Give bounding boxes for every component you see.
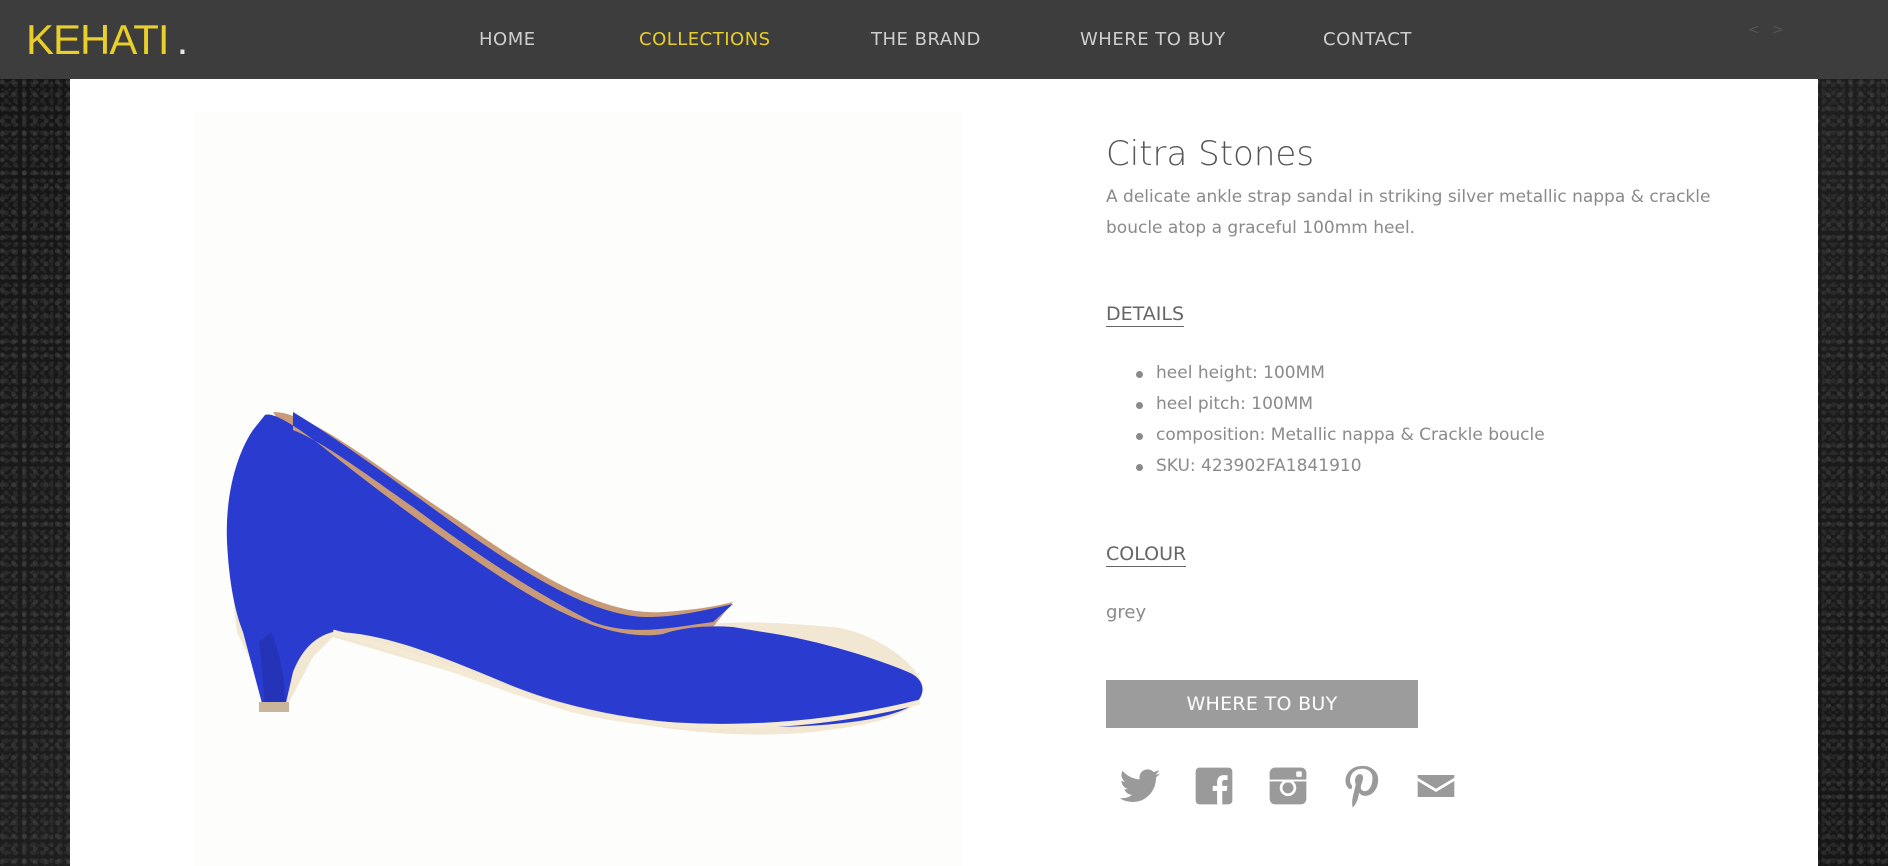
colour-value: grey bbox=[1106, 602, 1147, 623]
blue-pump-shoe-icon bbox=[226, 412, 923, 735]
email-icon[interactable] bbox=[1414, 764, 1458, 808]
pager-arrows[interactable]: < > bbox=[1748, 22, 1788, 38]
product-image bbox=[193, 112, 963, 866]
nav-contact[interactable]: CONTACT bbox=[1323, 29, 1412, 50]
twitter-icon[interactable] bbox=[1118, 764, 1162, 808]
details-list: heel height: 100MM heel pitch: 100MM com… bbox=[1106, 358, 1545, 482]
nav-where-to-buy[interactable]: WHERE TO BUY bbox=[1080, 29, 1226, 50]
detail-heel-height: heel height: 100MM bbox=[1106, 358, 1545, 389]
details-heading: DETAILS bbox=[1106, 303, 1185, 327]
top-navbar: KEHATI. HOME COLLECTIONS THE BRAND WHERE… bbox=[0, 0, 1888, 79]
detail-composition: composition: Metallic nappa & Crackle bo… bbox=[1106, 420, 1545, 451]
detail-sku: SKU: 423902FA1841910 bbox=[1106, 451, 1545, 482]
nav-the-brand[interactable]: THE BRAND bbox=[871, 29, 981, 50]
nav-collections[interactable]: COLLECTIONS bbox=[639, 29, 771, 50]
instagram-icon[interactable] bbox=[1266, 764, 1310, 808]
colour-heading: COLOUR bbox=[1106, 543, 1187, 567]
product-description: A delicate ankle strap sandal in strikin… bbox=[1106, 187, 1711, 238]
pinterest-icon[interactable] bbox=[1340, 764, 1384, 808]
brand-dot: . bbox=[176, 16, 189, 63]
brand-logo[interactable]: KEHATI. bbox=[26, 16, 189, 64]
detail-heel-pitch: heel pitch: 100MM bbox=[1106, 389, 1545, 420]
facebook-icon[interactable] bbox=[1192, 764, 1236, 808]
product-title: Citra Stones bbox=[1106, 134, 1315, 174]
where-to-buy-button[interactable]: WHERE TO BUY bbox=[1106, 680, 1418, 728]
nav-home[interactable]: HOME bbox=[479, 29, 536, 50]
brand-name: KEHATI bbox=[26, 16, 170, 63]
